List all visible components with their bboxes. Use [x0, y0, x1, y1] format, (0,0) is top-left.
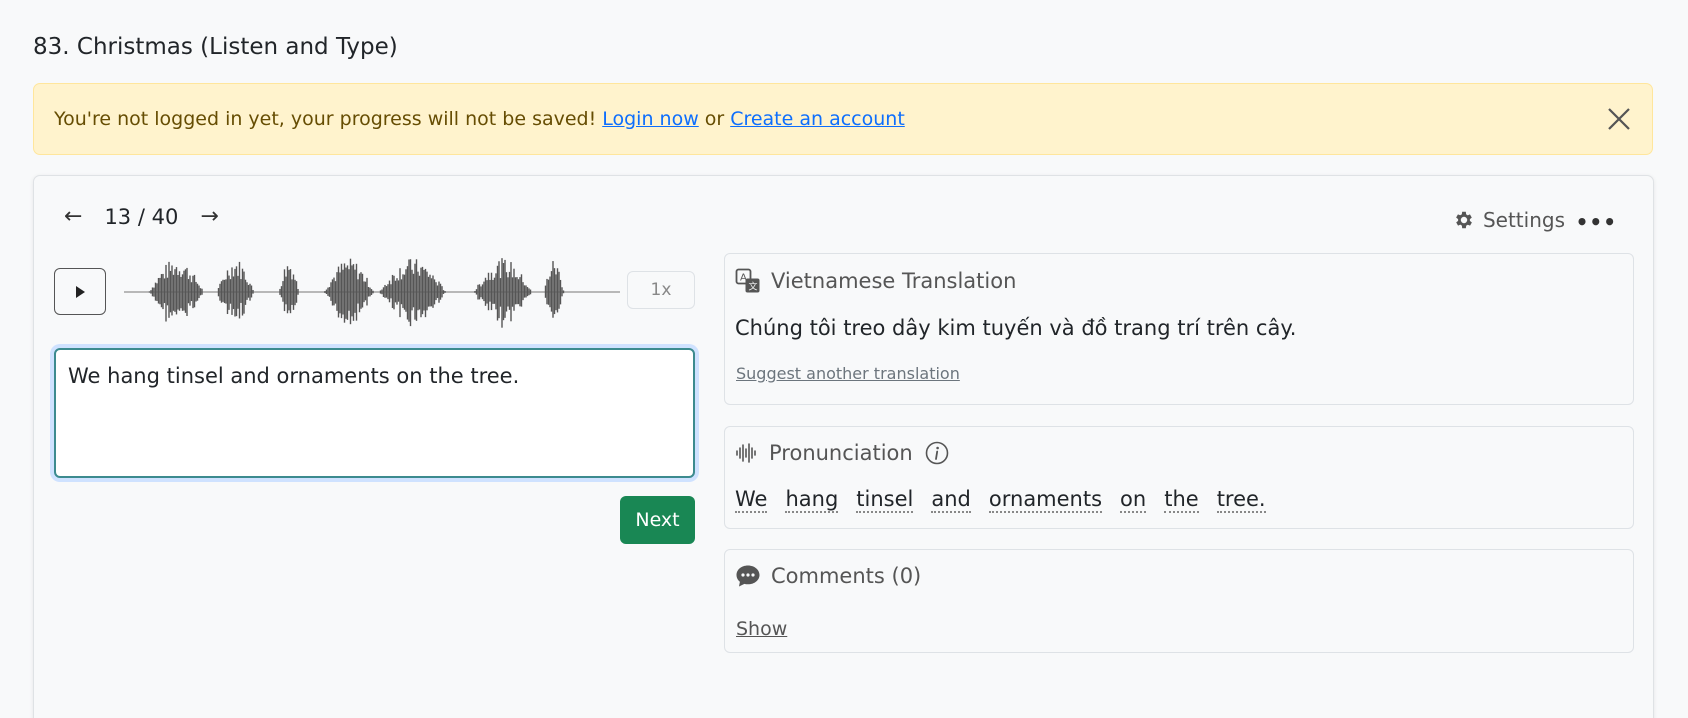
login-warning-alert: You're not logged in yet, your progress …	[33, 83, 1653, 155]
gear-icon	[1456, 211, 1472, 229]
pronunciation-word[interactable]: hang	[785, 487, 839, 513]
info-icon[interactable]	[925, 441, 949, 465]
soundwave-icon	[736, 443, 756, 463]
pronunciation-word[interactable]: ornaments	[988, 487, 1103, 513]
close-icon[interactable]	[1604, 104, 1634, 134]
alert-message: You're not logged in yet, your progress …	[54, 108, 597, 130]
pronunciation-word[interactable]: the	[1164, 487, 1199, 513]
comments-title: Comments (0)	[771, 564, 922, 588]
comments-panel: Comments (0) Show	[724, 549, 1634, 653]
pronunciation-word[interactable]: tree.	[1216, 487, 1266, 513]
playback-speed-button[interactable]: 1x	[627, 271, 695, 309]
exercise-card: ← 13 / 40 → Settings ••• 1x Next A 文 Vie…	[33, 175, 1654, 718]
translation-text: Chúng tôi treo dây kim tuyến và đồ trang…	[735, 316, 1297, 340]
pronunciation-word[interactable]: We	[735, 487, 768, 513]
next-button[interactable]: Next	[620, 496, 695, 544]
pronunciation-words: We hang tinsel and ornaments on the tree…	[735, 487, 1284, 513]
pronunciation-word[interactable]: tinsel	[856, 487, 914, 513]
svg-text:文: 文	[749, 281, 758, 293]
alert-or-text: or	[704, 108, 725, 130]
prev-arrow-icon[interactable]: ←	[64, 204, 82, 229]
pronunciation-panel: Pronunciation We hang tinsel and ornamen…	[724, 426, 1634, 529]
pronunciation-word[interactable]: and	[931, 487, 971, 513]
play-icon	[76, 285, 85, 298]
audio-waveform[interactable]	[124, 252, 620, 332]
more-options-icon[interactable]: •••	[1576, 210, 1617, 234]
next-arrow-icon[interactable]: →	[200, 204, 218, 229]
play-button[interactable]	[54, 268, 106, 315]
translation-panel: A 文 Vietnamese Translation Chúng tôi tre…	[724, 253, 1634, 405]
create-account-link[interactable]: Create an account	[730, 108, 905, 130]
settings-button[interactable]: Settings	[1453, 208, 1565, 232]
translation-title: Vietnamese Translation	[771, 269, 1017, 293]
suggest-translation-link[interactable]: Suggest another translation	[736, 364, 960, 383]
pronunciation-title: Pronunciation	[769, 441, 913, 465]
answer-input[interactable]	[54, 348, 695, 478]
sentence-counter: 13 / 40	[104, 204, 179, 229]
settings-label: Settings	[1482, 208, 1565, 232]
page-title: 83. Christmas (Listen and Type)	[33, 34, 398, 60]
login-link[interactable]: Login now	[602, 108, 699, 130]
chat-bubble-icon	[736, 565, 760, 587]
show-comments-link[interactable]: Show	[736, 618, 787, 640]
pronunciation-word[interactable]: on	[1120, 487, 1147, 513]
translate-icon: A 文	[735, 268, 760, 293]
sentence-navigator: ← 13 / 40 →	[64, 204, 219, 229]
